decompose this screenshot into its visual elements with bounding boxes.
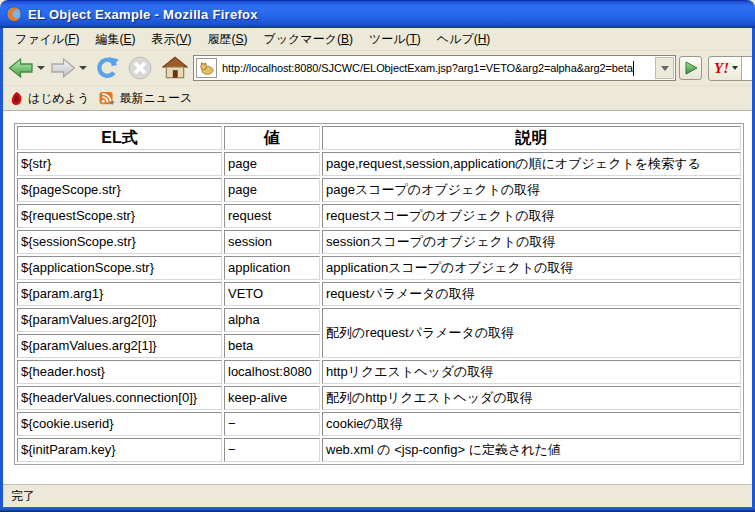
table-row: ${sessionScope.str}sessionsessionスコープのオブ… <box>17 230 741 254</box>
status-bar: 完了 <box>3 484 752 507</box>
menu-help[interactable]: ヘルプ(H) <box>429 28 499 50</box>
forward-button[interactable] <box>49 54 89 82</box>
table-row: ${requestScope.str}requestrequestスコープのオブ… <box>17 204 741 228</box>
forward-icon <box>49 54 77 82</box>
go-button[interactable] <box>679 56 702 80</box>
reload-button[interactable] <box>94 55 120 81</box>
window-bottom-border <box>0 507 755 512</box>
rss-icon <box>99 91 115 106</box>
menu-bar: ファイル(F) 編集(E) 表示(V) 履歴(S) ブックマーク(B) ツール(… <box>3 28 752 51</box>
table-header-row: EL式 値 説明 <box>17 126 741 150</box>
menu-file[interactable]: ファイル(F) <box>7 28 87 50</box>
navigation-toolbar: http://localhost:8080/SJCWC/ELObjectExam… <box>3 51 752 86</box>
stop-icon <box>127 55 153 81</box>
col-header-value: 値 <box>224 126 320 150</box>
tomcat-favicon <box>199 61 214 76</box>
menu-bookmarks[interactable]: ブックマーク(B) <box>256 28 361 50</box>
table-row: ${initParam.key}−web.xml の <jsp-config> … <box>17 438 741 462</box>
url-dropdown-button[interactable] <box>655 57 674 79</box>
title-bar[interactable]: EL Object Example - Mozilla Firefox <box>0 0 755 28</box>
bookmark-getting-started[interactable]: はじめよう <box>9 90 89 107</box>
forward-dropdown-icon[interactable] <box>79 66 87 70</box>
table-row: ${cookie.userid}−cookieの取得 <box>17 412 741 436</box>
firefox-icon <box>6 6 22 22</box>
table-row: ${paramValues.arg2[0]}alpha配列のrequestパラメ… <box>17 308 741 332</box>
search-engine-dropdown-icon[interactable] <box>732 66 738 70</box>
el-table: EL式 値 説明 ${str}pagepage,request,session,… <box>14 123 744 465</box>
menu-view[interactable]: 表示(V) <box>143 28 199 50</box>
url-text[interactable]: http://localhost:8080/SJCWC/ELObjectExam… <box>222 62 633 74</box>
col-header-desc: 説明 <box>322 126 741 150</box>
go-icon <box>683 60 699 76</box>
back-icon <box>7 54 35 82</box>
col-header-el: EL式 <box>17 126 222 150</box>
window-title: EL Object Example - Mozilla Firefox <box>28 7 258 22</box>
menu-history[interactable]: 履歴(S) <box>200 28 256 50</box>
search-input[interactable] <box>741 57 752 80</box>
reload-icon <box>94 55 120 81</box>
search-box[interactable]: Y! <box>708 56 752 81</box>
table-row: ${headerValues.connection[0]}keep-alive配… <box>17 386 741 410</box>
home-button[interactable] <box>162 55 188 81</box>
getting-started-icon <box>9 91 24 106</box>
favicon-box <box>196 58 217 78</box>
status-text: 完了 <box>11 488 35 505</box>
table-row: ${pageScope.str}pagepageスコープのオブジェクトの取得 <box>17 178 741 202</box>
home-icon <box>162 55 188 81</box>
page-content: EL式 値 説明 ${str}pagepage,request,session,… <box>3 111 752 484</box>
menu-edit[interactable]: 編集(E) <box>87 28 143 50</box>
bookmark-latest-news[interactable]: 最新ニュース <box>99 90 192 107</box>
stop-button[interactable] <box>127 55 153 81</box>
yahoo-icon[interactable]: Y! <box>714 60 729 77</box>
text-cursor <box>633 61 634 76</box>
table-row: ${header.host}localhost:8080httpリクエストヘッダ… <box>17 360 741 384</box>
browser-window: EL Object Example - Mozilla Firefox ファイル… <box>0 0 755 512</box>
table-row: ${param.arg1}VETOrequestパラメータの取得 <box>17 282 741 306</box>
back-button[interactable] <box>7 54 47 82</box>
back-dropdown-icon[interactable] <box>37 66 45 70</box>
menu-tools[interactable]: ツール(T) <box>361 28 429 50</box>
address-bar[interactable]: http://localhost:8080/SJCWC/ELObjectExam… <box>193 55 676 81</box>
table-row: ${str}pagepage,request,session,applicati… <box>17 152 741 176</box>
table-row: ${applicationScope.str}applicationapplic… <box>17 256 741 280</box>
bookmarks-toolbar: はじめよう 最新ニュース <box>3 86 752 111</box>
